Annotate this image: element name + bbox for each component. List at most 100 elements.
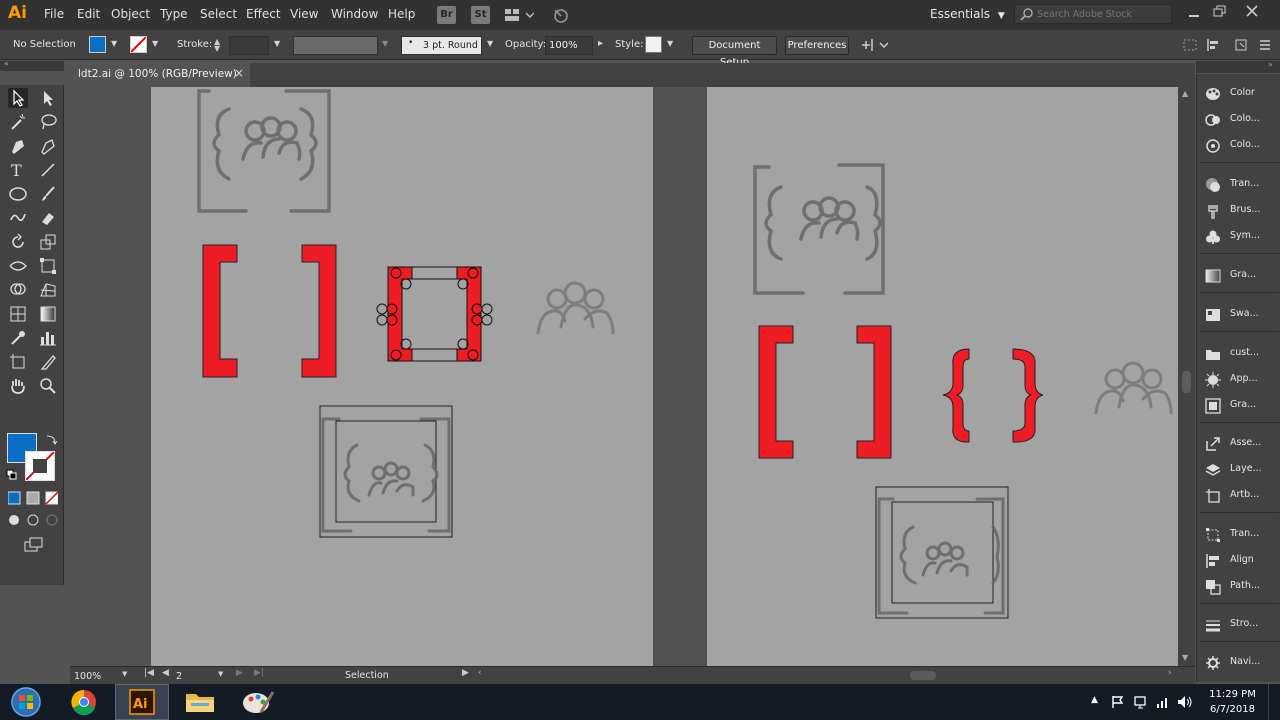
brush-definition[interactable]: • 3 pt. Round: [401, 36, 482, 55]
chevron-down-icon[interactable]: ▼: [111, 39, 117, 48]
magic-wand-tool-icon[interactable]: [8, 112, 28, 132]
hand-tool-icon[interactable]: [8, 376, 28, 396]
minimize-button[interactable]: [1186, 6, 1202, 20]
last-artboard-icon[interactable]: ▶|: [254, 668, 264, 678]
swap-fill-stroke-icon[interactable]: [44, 433, 58, 445]
restore-button[interactable]: [1212, 4, 1228, 18]
panel-navigator[interactable]: Navi...: [1197, 652, 1280, 674]
canvas[interactable]: [70, 87, 1178, 666]
artboard-1[interactable]: [151, 87, 653, 666]
menu-help[interactable]: Help: [388, 7, 415, 21]
mesh-tool-icon[interactable]: [8, 304, 28, 324]
chrome-taskbar-icon[interactable]: [57, 684, 111, 720]
rotate-tool-icon[interactable]: [8, 232, 28, 252]
search-input[interactable]: [1037, 7, 1167, 21]
scroll-left-icon[interactable]: ‹: [478, 668, 482, 678]
menu-window[interactable]: Window: [331, 7, 378, 21]
horizontal-scrollbar[interactable]: ‹ ›: [478, 668, 1178, 682]
artboard-2[interactable]: [707, 87, 1178, 666]
default-fill-stroke-icon[interactable]: [6, 469, 18, 481]
artboard-number-field[interactable]: 2: [176, 669, 212, 682]
gradient-tool-icon[interactable]: [38, 304, 58, 324]
stroke-color-swatch[interactable]: [130, 36, 147, 53]
vertical-scrollbar[interactable]: ▲ ▼: [1178, 87, 1195, 666]
panel-transparency[interactable]: Tran...: [1197, 174, 1280, 196]
chevron-down-icon[interactable]: ▼: [152, 39, 158, 48]
line-tool-icon[interactable]: [38, 160, 58, 180]
arrange-icon[interactable]: [860, 37, 888, 53]
volume-icon[interactable]: [1176, 694, 1194, 710]
next-artboard-icon[interactable]: ▶: [236, 668, 243, 678]
lasso-tool-icon[interactable]: [38, 112, 58, 132]
draw-mode-icon[interactable]: [8, 513, 60, 527]
chevron-down-icon[interactable]: ▼: [218, 670, 223, 678]
menu-edit[interactable]: Edit: [77, 7, 100, 21]
graphic-style-swatch[interactable]: [645, 36, 662, 53]
zoom-tool-icon[interactable]: [38, 376, 58, 396]
document-setup-button[interactable]: Document Setup: [692, 36, 777, 68]
tray-icon-1[interactable]: [1110, 694, 1126, 710]
illustrator-taskbar-icon[interactable]: Ai: [115, 684, 169, 720]
scroll-down-icon[interactable]: ▼: [1182, 653, 1188, 662]
panel-symbols[interactable]: Sym...: [1197, 226, 1280, 248]
bridge-button[interactable]: Br: [437, 6, 456, 24]
stroke-color-box[interactable]: [25, 451, 55, 481]
scale-tool-icon[interactable]: [38, 232, 58, 252]
first-artboard-icon[interactable]: |◀: [144, 668, 154, 678]
chevron-down-icon[interactable]: ▼: [122, 670, 127, 678]
start-button[interactable]: [0, 684, 52, 720]
paint-taskbar-icon[interactable]: [231, 684, 285, 720]
pen-tool-icon[interactable]: [8, 136, 28, 156]
slice-tool-icon[interactable]: [38, 352, 58, 372]
chevron-down-icon[interactable]: ▼: [667, 39, 673, 48]
menu-select[interactable]: Select: [200, 7, 237, 21]
opacity-field[interactable]: 100%: [545, 36, 593, 55]
previous-artboard-icon[interactable]: ◀: [162, 668, 169, 678]
scroll-thumb[interactable]: [910, 671, 936, 680]
panel-color[interactable]: Color: [1197, 83, 1280, 105]
scroll-thumb[interactable]: [1182, 371, 1191, 393]
graph-tool-icon[interactable]: [38, 328, 58, 348]
chevron-right-icon[interactable]: ▸: [598, 38, 603, 49]
zoom-field[interactable]: 100%: [74, 669, 118, 682]
stroke-weight-stepper[interactable]: ▲ ▼: [214, 38, 220, 53]
panel-stroke[interactable]: Stro...: [1197, 614, 1280, 636]
paintbrush-tool-icon[interactable]: [38, 184, 58, 204]
panel-brushes[interactable]: Brus...: [1197, 200, 1280, 222]
panels-collapse-bar[interactable]: »: [1196, 60, 1280, 73]
isolate-icon[interactable]: [1183, 39, 1197, 51]
show-hidden-icons[interactable]: ▲: [1091, 695, 1098, 705]
type-tool-icon[interactable]: T: [8, 160, 28, 180]
eyedropper-tool-icon[interactable]: [8, 328, 28, 348]
transform-icon[interactable]: [1234, 38, 1250, 52]
eraser-tool-icon[interactable]: [38, 208, 58, 228]
direct-selection-tool-icon[interactable]: [38, 88, 58, 108]
stock-search[interactable]: [1014, 4, 1172, 24]
scroll-right-icon[interactable]: ›: [1168, 668, 1172, 678]
panel-gradient[interactable]: Gra...: [1197, 265, 1280, 287]
screen-mode-icon[interactable]: [24, 537, 44, 553]
panel-graphic-styles[interactable]: Gra...: [1197, 395, 1280, 417]
ellipse-tool-icon[interactable]: [8, 184, 28, 204]
panel-appearance[interactable]: App...: [1197, 369, 1280, 391]
panel-layers[interactable]: Laye...: [1197, 459, 1280, 481]
perspective-grid-tool-icon[interactable]: [38, 280, 58, 300]
panel-swatches[interactable]: Swa...: [1197, 304, 1280, 326]
stroke-weight-field[interactable]: [229, 36, 269, 55]
network-icon[interactable]: [1155, 694, 1171, 710]
panel-menu-icon[interactable]: [1258, 38, 1272, 52]
variable-width-profile[interactable]: [293, 36, 378, 55]
shape-builder-tool-icon[interactable]: [8, 280, 28, 300]
panel-transform[interactable]: Tran...: [1197, 524, 1280, 546]
menu-type[interactable]: Type: [160, 7, 188, 21]
panel-artboards[interactable]: Artb...: [1197, 485, 1280, 507]
fill-color-swatch[interactable]: [89, 36, 106, 53]
menu-object[interactable]: Object: [111, 7, 150, 21]
status-menu-icon[interactable]: ▶: [462, 668, 469, 678]
panel-pathfinder[interactable]: Path...: [1197, 576, 1280, 598]
menu-file[interactable]: File: [44, 7, 64, 21]
panel-align[interactable]: Align: [1197, 550, 1280, 572]
curvature-tool-icon[interactable]: [38, 136, 58, 156]
panel-color-guide[interactable]: Colo...: [1197, 109, 1280, 131]
free-transform-tool-icon[interactable]: [38, 256, 58, 276]
